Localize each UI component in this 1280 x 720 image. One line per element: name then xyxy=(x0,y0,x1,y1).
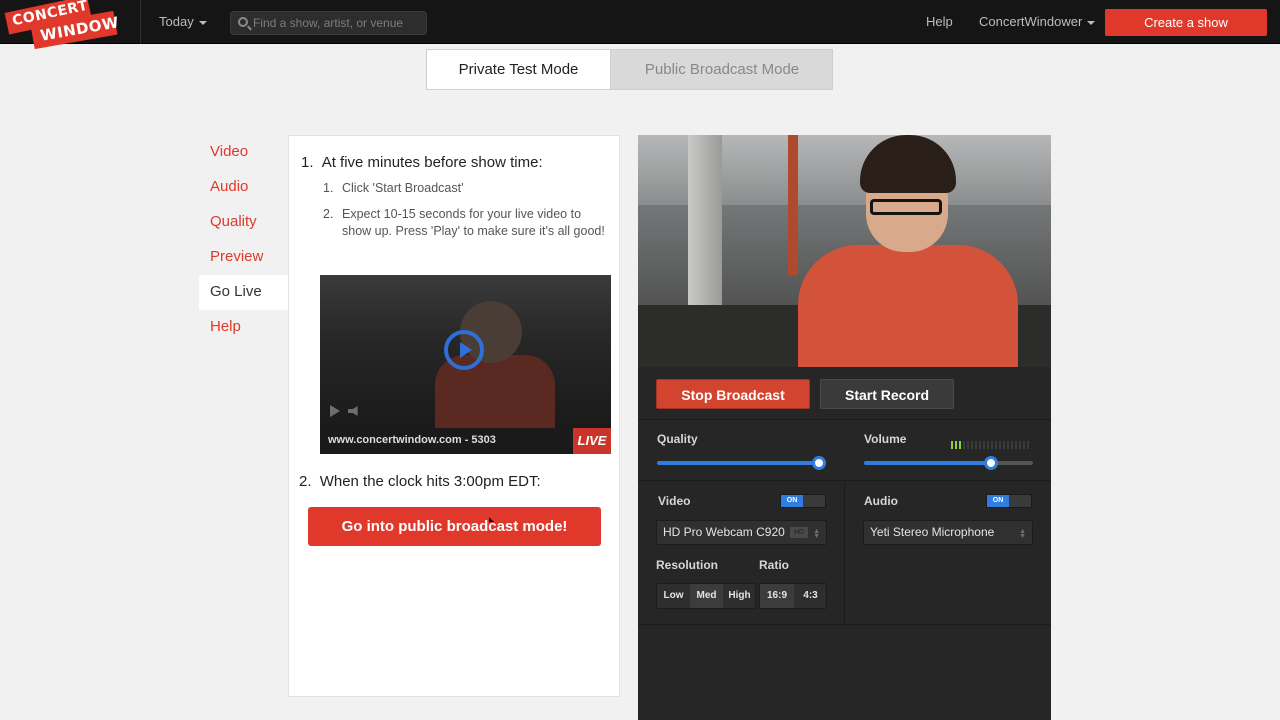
cam-person-body xyxy=(798,245,1018,367)
mode-toggle: Private Test Mode Public Broadcast Mode xyxy=(426,49,833,90)
instruction-1-number: 1. xyxy=(301,154,314,171)
ratio-4-3-button[interactable]: 4:3 xyxy=(794,584,827,608)
today-label: Today xyxy=(159,14,194,29)
sub-step-2-number: 2. xyxy=(323,207,334,221)
volume-slider-handle[interactable] xyxy=(984,456,998,470)
resolution-med-button[interactable]: Med xyxy=(690,584,723,608)
video-toggle[interactable]: ON xyxy=(780,494,826,508)
step-audio[interactable]: Audio xyxy=(199,170,288,205)
resolution-selector: Low Med High xyxy=(656,583,756,609)
stream-url: www.concertwindow.com - 5303 xyxy=(328,434,496,446)
live-badge: LIVE xyxy=(573,428,611,454)
broadcast-panel: Stop Broadcast Start Record Quality Volu… xyxy=(638,135,1051,720)
instruction-2: 2. When the clock hits 3:00pm EDT: xyxy=(299,473,541,490)
hd-badge: HD xyxy=(790,527,808,538)
volume-label: Volume xyxy=(864,432,907,446)
public-broadcast-mode-tab[interactable]: Public Broadcast Mode xyxy=(612,50,832,89)
instruction-2-number: 2. xyxy=(299,473,312,490)
quality-slider[interactable] xyxy=(657,456,826,470)
top-nav: CONCERT WINDOW Today Help ConcertWindowe… xyxy=(0,0,1280,50)
audio-label: Audio xyxy=(864,494,898,508)
concert-window-logo[interactable]: CONCERT WINDOW xyxy=(4,0,120,50)
video-label: Video xyxy=(658,494,691,508)
search-box[interactable] xyxy=(230,11,427,35)
instruction-1: 1. At five minutes before show time: xyxy=(301,154,543,171)
select-arrows-icon: ▲ ▼ xyxy=(1019,528,1026,540)
private-test-mode-tab[interactable]: Private Test Mode xyxy=(427,50,611,89)
ratio-selector: 16:9 4:3 xyxy=(759,583,827,609)
create-show-button[interactable]: Create a show xyxy=(1105,9,1267,36)
audio-toggle[interactable]: ON xyxy=(986,494,1032,508)
search-input[interactable] xyxy=(253,15,423,31)
cam-pipe xyxy=(788,135,798,275)
user-name: ConcertWindower xyxy=(979,14,1083,29)
sub-step-1: 1. Click 'Start Broadcast' xyxy=(323,180,613,197)
start-record-button[interactable]: Start Record xyxy=(820,379,954,409)
ratio-label: Ratio xyxy=(759,558,789,572)
chevron-down-icon xyxy=(198,20,207,25)
step-video[interactable]: Video xyxy=(199,135,288,170)
resolution-label: Resolution xyxy=(656,558,718,572)
sub-step-2-text: Expect 10-15 seconds for your live video… xyxy=(342,207,605,238)
help-link[interactable]: Help xyxy=(926,14,953,29)
instruction-1-text: At five minutes before show time: xyxy=(321,154,543,171)
go-public-button[interactable]: Go into public broadcast mode! xyxy=(308,507,601,546)
player-play-icon[interactable] xyxy=(330,405,340,417)
player-caption-bar: www.concertwindow.com - 5303 LIVE xyxy=(320,428,611,454)
sub-step-1-text: Click 'Start Broadcast' xyxy=(342,181,464,195)
quality-slider-handle[interactable] xyxy=(812,456,826,470)
volume-slider-fill xyxy=(864,461,991,465)
search-icon xyxy=(238,17,248,27)
chevron-down-icon xyxy=(1087,20,1096,25)
quality-slider-fill xyxy=(657,461,826,465)
resolution-low-button[interactable]: Low xyxy=(657,584,690,608)
ratio-16-9-button[interactable]: 16:9 xyxy=(760,584,794,608)
audio-toggle-on: ON xyxy=(987,495,1009,507)
today-dropdown[interactable]: Today xyxy=(159,14,207,29)
audio-device-select[interactable]: Yeti Stereo Microphone ▲ ▼ xyxy=(863,520,1033,545)
instructions-panel: 1. At five minutes before show time: 1. … xyxy=(288,135,620,697)
video-device-value: HD Pro Webcam C920 xyxy=(663,525,785,539)
instruction-2-text: When the clock hits 3:00pm EDT: xyxy=(319,473,541,490)
step-help[interactable]: Help xyxy=(199,310,288,345)
audio-device-value: Yeti Stereo Microphone xyxy=(870,525,995,539)
stop-broadcast-button[interactable]: Stop Broadcast xyxy=(656,379,810,409)
select-arrows-icon: ▲ ▼ xyxy=(813,528,820,540)
quality-label: Quality xyxy=(657,432,698,446)
resolution-high-button[interactable]: High xyxy=(723,584,756,608)
nav-divider xyxy=(140,0,141,44)
volume-slider[interactable] xyxy=(864,456,1033,470)
step-quality[interactable]: Quality xyxy=(199,205,288,240)
column-divider xyxy=(844,480,845,626)
video-toggle-on: ON xyxy=(781,495,803,507)
step-go-live[interactable]: Go Live xyxy=(199,275,288,310)
audio-level-meter xyxy=(951,436,1035,449)
step-preview[interactable]: Preview xyxy=(199,240,288,275)
sub-step-1-number: 1. xyxy=(323,181,334,195)
divider-bottom xyxy=(638,624,1051,625)
webcam-preview xyxy=(638,135,1051,367)
user-menu[interactable]: ConcertWindower xyxy=(979,14,1096,29)
play-icon[interactable] xyxy=(444,330,484,370)
sub-step-2: 2. Expect 10-15 seconds for your live vi… xyxy=(323,206,613,240)
mouse-cursor-icon xyxy=(489,517,494,522)
steps-nav: Video Audio Quality Preview Go Live Help xyxy=(199,135,288,345)
cam-person-glasses xyxy=(870,199,942,215)
live-preview-player[interactable]: www.concertwindow.com - 5303 LIVE xyxy=(320,275,611,454)
video-device-select[interactable]: HD Pro Webcam C920 HD ▲ ▼ xyxy=(656,520,827,545)
section-divider xyxy=(638,419,1051,420)
